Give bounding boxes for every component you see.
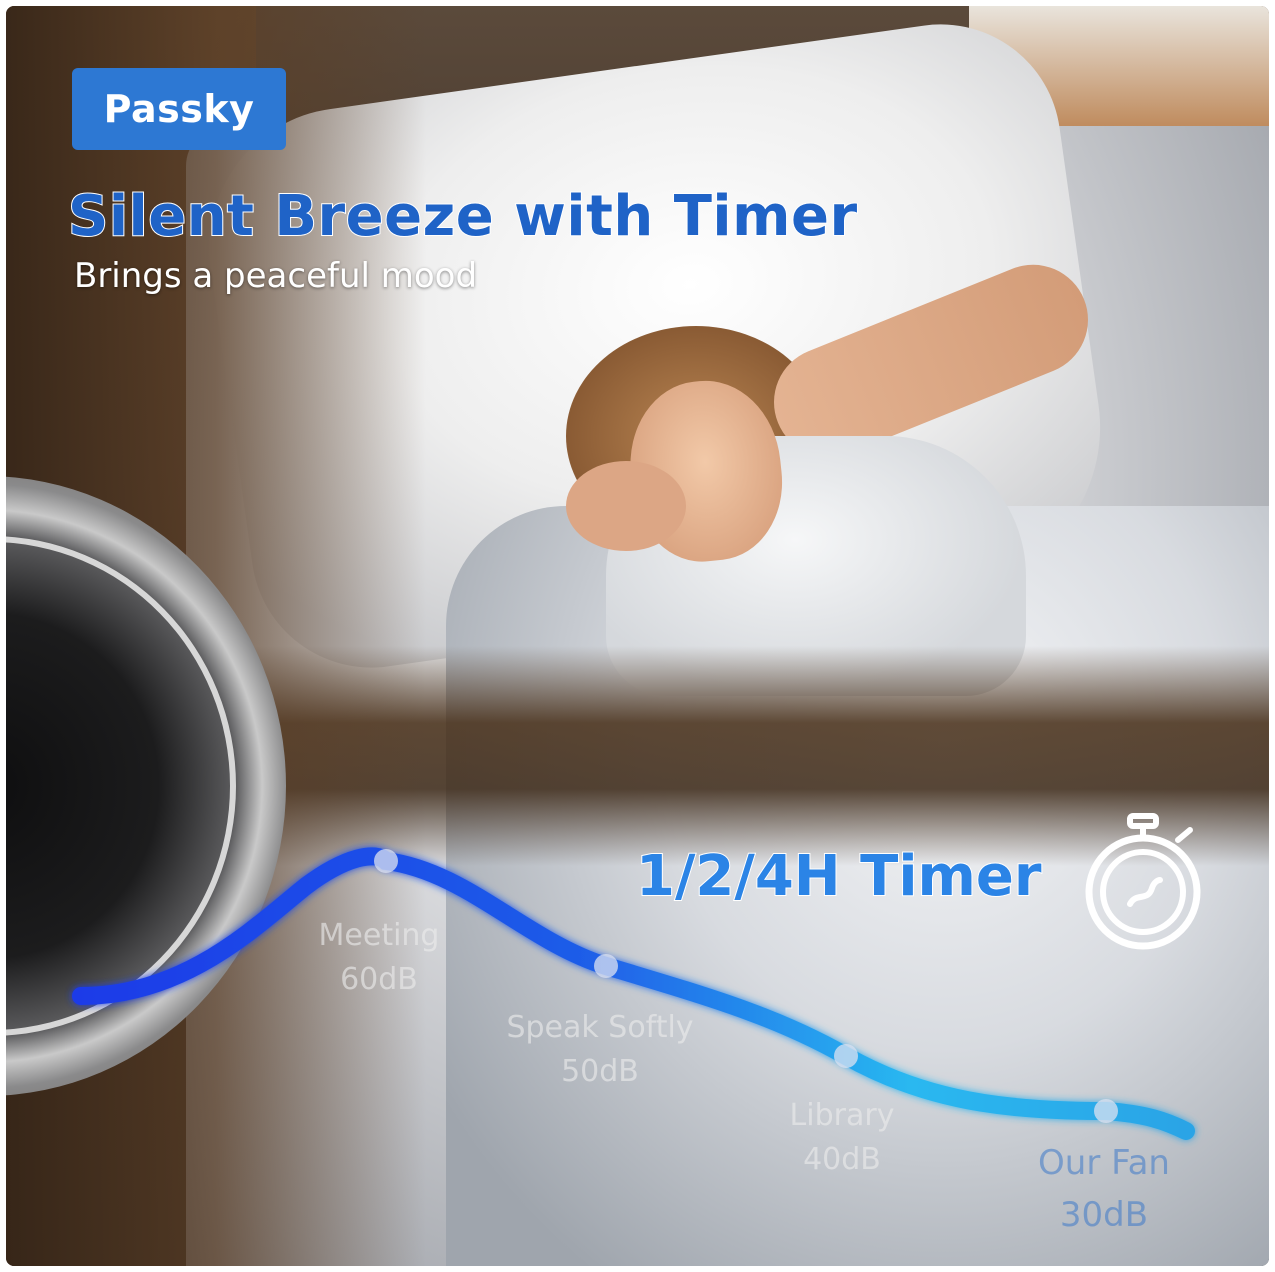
level-db: 30dB [1059,1195,1149,1235]
level-our-fan: Our Fan 30dB [1038,1137,1170,1241]
level-speak-softly: Speak Softly 50dB [506,1006,693,1094]
timer-label: 1/2/4H Timer [635,843,1043,910]
level-db: 50dB [561,1054,639,1089]
point-speak-softly [594,954,618,978]
subheadline: Brings a peaceful mood [74,256,478,296]
point-library [834,1044,858,1068]
level-db: 40dB [803,1142,881,1177]
level-db: 60dB [340,962,418,997]
level-name: Meeting [318,918,440,953]
level-name: Library [789,1098,895,1133]
product-image: Meeting 60dB Speak Softly 50dB Library 4… [6,6,1269,1266]
point-our-fan [1094,1099,1118,1123]
headline: Silent Breeze with Timer [67,183,858,250]
level-name: Speak Softly [506,1010,694,1045]
stopwatch-icon [1085,813,1201,950]
level-library: Library 40dB [790,1094,895,1182]
brand-logo: Passky [72,68,286,150]
level-name: Our Fan [1038,1143,1170,1183]
level-meeting: Meeting 60dB [319,914,440,1002]
point-meeting [374,849,398,873]
